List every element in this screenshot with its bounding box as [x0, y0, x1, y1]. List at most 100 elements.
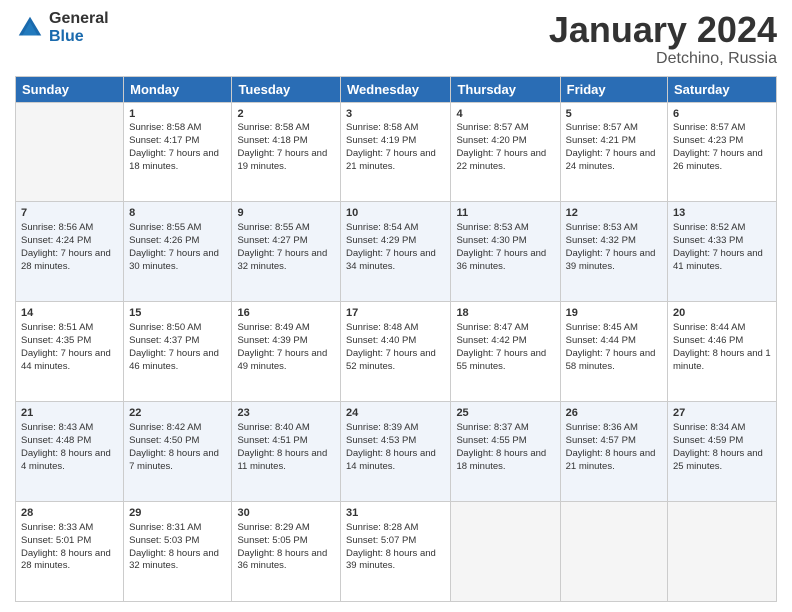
sunset-text: Sunset: 4:33 PM — [673, 235, 743, 246]
table-row: 14Sunrise: 8:51 AMSunset: 4:35 PMDayligh… — [16, 302, 124, 402]
sunrise-text: Sunrise: 8:50 AM — [129, 322, 201, 333]
sunrise-text: Sunrise: 8:37 AM — [456, 422, 528, 433]
day-number: 23 — [237, 406, 335, 421]
sunrise-text: Sunrise: 8:55 AM — [129, 222, 201, 233]
col-monday: Monday — [124, 76, 232, 102]
sunset-text: Sunset: 5:05 PM — [237, 535, 307, 546]
sunset-text: Sunset: 4:21 PM — [566, 135, 636, 146]
sunset-text: Sunset: 4:20 PM — [456, 135, 526, 146]
sunset-text: Sunset: 4:57 PM — [566, 435, 636, 446]
sunset-text: Sunset: 4:39 PM — [237, 335, 307, 346]
day-number: 25 — [456, 406, 554, 421]
sunrise-text: Sunrise: 8:33 AM — [21, 522, 93, 533]
day-number: 30 — [237, 506, 335, 521]
daylight-text: Daylight: 7 hours and 24 minutes. — [566, 148, 656, 172]
table-row: 12Sunrise: 8:53 AMSunset: 4:32 PMDayligh… — [560, 202, 667, 302]
day-number: 12 — [566, 206, 662, 221]
sunset-text: Sunset: 5:01 PM — [21, 535, 91, 546]
sunset-text: Sunset: 4:42 PM — [456, 335, 526, 346]
table-row: 8Sunrise: 8:55 AMSunset: 4:26 PMDaylight… — [124, 202, 232, 302]
table-row: 24Sunrise: 8:39 AMSunset: 4:53 PMDayligh… — [341, 402, 451, 502]
daylight-text: Daylight: 7 hours and 28 minutes. — [21, 248, 111, 272]
daylight-text: Daylight: 7 hours and 36 minutes. — [456, 248, 546, 272]
col-sunday: Sunday — [16, 76, 124, 102]
day-number: 22 — [129, 406, 226, 421]
calendar-week-row: 14Sunrise: 8:51 AM Sunset: 4:35 PM Dayligh… — [16, 302, 777, 402]
calendar-week-row: 1Sunrise: 8:58 AMSunset: 4:17 PMDaylight… — [16, 102, 777, 202]
daylight-text: Daylight: 7 hours and 55 minutes. — [456, 348, 546, 372]
day-number: 29 — [129, 506, 226, 521]
sunset-text: Sunset: 4:46 PM — [673, 335, 743, 346]
daylight-text: Daylight: 7 hours and 41 minutes. — [673, 248, 763, 272]
day-number: 10 — [346, 206, 445, 221]
daylight-text: Daylight: 7 hours and 26 minutes. — [673, 148, 763, 172]
sunrise-text: Sunrise: 8:53 AM — [566, 222, 638, 233]
daylight-text: Daylight: 7 hours and 49 minutes. — [237, 348, 327, 372]
daylight-text: Daylight: 7 hours and 21 minutes. — [346, 148, 436, 172]
table-row: 6Sunrise: 8:57 AMSunset: 4:23 PMDaylight… — [668, 102, 777, 202]
title-section: January 2024 Detchino, Russia — [549, 10, 777, 68]
table-row: 5Sunrise: 8:57 AM Sunset: 4:21 PM Daylight… — [560, 102, 667, 202]
sunrise-text: Sunrise: 8:55 AM — [237, 222, 309, 233]
day-number: 27 — [673, 406, 771, 421]
sunset-text: Sunset: 4:17 PM — [129, 135, 199, 146]
sunset-text: Sunset: 4:27 PM — [237, 235, 307, 246]
col-friday: Friday — [560, 76, 667, 102]
table-row: 25Sunrise: 8:37 AMSunset: 4:55 PMDayligh… — [451, 402, 560, 502]
daylight-text: Daylight: 8 hours and 32 minutes. — [129, 548, 219, 572]
table-row: 20Sunrise: 8:44 AMSunset: 4:46 PMDayligh… — [668, 302, 777, 402]
sunset-text: Sunset: 5:07 PM — [346, 535, 416, 546]
daylight-text: Daylight: 8 hours and 25 minutes. — [673, 448, 763, 472]
daylight-text: Daylight: 7 hours and 46 minutes. — [129, 348, 219, 372]
table-row: 1Sunrise: 8:58 AMSunset: 4:17 PMDaylight… — [124, 102, 232, 202]
daylight-text: Daylight: 8 hours and 14 minutes. — [346, 448, 436, 472]
daylight-text: Daylight: 8 hours and 39 minutes. — [346, 548, 436, 572]
table-row — [668, 502, 777, 602]
sunset-text: Sunset: 4:18 PM — [237, 135, 307, 146]
table-row: 23Sunrise: 8:40 AMSunset: 4:51 PMDayligh… — [232, 402, 341, 502]
logo-general-text: General — [49, 10, 109, 28]
sunrise-text: Sunrise: 8:58 AM — [129, 122, 201, 133]
sunrise-text: Sunrise: 8:31 AM — [129, 522, 201, 533]
month-title: January 2024 — [549, 10, 777, 50]
sunrise-text: Sunrise: 8:51 AM — [21, 322, 93, 333]
day-number: 26 — [566, 406, 662, 421]
day-number: 31 — [346, 506, 445, 521]
table-row: 21Sunrise: 8:43 AMSunset: 4:48 PMDayligh… — [16, 402, 124, 502]
table-row: 2Sunrise: 8:58 AMSunset: 4:18 PMDaylight… — [232, 102, 341, 202]
table-row: 10Sunrise: 8:54 AMSunset: 4:29 PMDayligh… — [341, 202, 451, 302]
sunrise-text: Sunrise: 8:57 AM — [456, 122, 528, 133]
sunrise-text: Sunrise: 8:58 AM — [237, 122, 309, 133]
sunrise-text: Sunrise: 8:42 AM — [129, 422, 201, 433]
sunrise-text: Sunrise: 8:44 AM — [673, 322, 745, 333]
daylight-text: Daylight: 7 hours and 58 minutes. — [566, 348, 656, 372]
daylight-text: Daylight: 8 hours and 7 minutes. — [129, 448, 219, 472]
location: Detchino, Russia — [549, 50, 777, 68]
day-number: 11 — [456, 206, 554, 221]
sunset-text: Sunset: 4:44 PM — [566, 335, 636, 346]
table-row: 26Sunrise: 8:36 AMSunset: 4:57 PMDayligh… — [560, 402, 667, 502]
col-thursday: Thursday — [451, 76, 560, 102]
logo-blue-text: Blue — [49, 28, 109, 46]
sunset-text: Sunset: 4:35 PM — [21, 335, 91, 346]
sunset-text: Sunset: 4:29 PM — [346, 235, 416, 246]
day-number: 5 — [566, 107, 662, 122]
day-number: 14 — [21, 306, 118, 321]
calendar-week-row: 28Sunrise: 8:33 AMSunset: 5:01 PMDayligh… — [16, 502, 777, 602]
calendar-header-row: Sunday Monday Tuesday Wednesday Thursday… — [16, 76, 777, 102]
daylight-text: Daylight: 8 hours and 4 minutes. — [21, 448, 111, 472]
logo: General Blue — [15, 10, 109, 45]
day-number: 24 — [346, 406, 445, 421]
sunset-text: Sunset: 4:24 PM — [21, 235, 91, 246]
sunset-text: Sunset: 4:30 PM — [456, 235, 526, 246]
sunrise-text: Sunrise: 8:36 AM — [566, 422, 638, 433]
col-saturday: Saturday — [668, 76, 777, 102]
table-row: 22Sunrise: 8:42 AMSunset: 4:50 PMDayligh… — [124, 402, 232, 502]
daylight-text: Daylight: 7 hours and 19 minutes. — [237, 148, 327, 172]
sunrise-text: Sunrise: 8:40 AM — [237, 422, 309, 433]
sunrise-text: Sunrise: 8:47 AM — [456, 322, 528, 333]
sunrise-text: Sunrise: 8:54 AM — [346, 222, 418, 233]
day-number: 15 — [129, 306, 226, 321]
sunrise-text: Sunrise: 8:57 AM — [566, 122, 638, 133]
day-number: 19 — [566, 306, 662, 321]
